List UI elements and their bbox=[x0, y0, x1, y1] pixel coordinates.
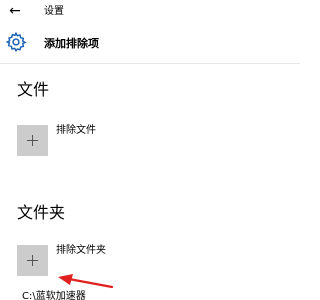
exclude-folder-label: 排除文件夹 bbox=[56, 245, 106, 256]
excluded-folder-item[interactable]: C:\蓝软加速器 bbox=[22, 290, 86, 300]
settings-window: ← 设置 添加排除项 文件 排除文件 文件夹 排除文件夹 C:\蓝软加速器 bbox=[0, 0, 300, 300]
title-bar: ← 设置 bbox=[0, 0, 300, 24]
folders-section-title: 文件夹 bbox=[17, 203, 66, 222]
exclude-file-label: 排除文件 bbox=[56, 125, 96, 136]
files-section-title: 文件 bbox=[17, 80, 50, 99]
header-divider bbox=[0, 63, 300, 64]
back-button[interactable]: ← bbox=[6, 3, 24, 19]
page-title: 添加排除项 bbox=[44, 37, 99, 50]
page-header: 添加排除项 bbox=[0, 28, 300, 62]
gear-icon bbox=[5, 31, 27, 53]
window-title: 设置 bbox=[44, 6, 64, 17]
annotation-arrow-icon bbox=[58, 274, 114, 289]
add-file-plus-icon[interactable] bbox=[17, 125, 48, 156]
add-folder-plus-icon[interactable] bbox=[17, 245, 48, 276]
